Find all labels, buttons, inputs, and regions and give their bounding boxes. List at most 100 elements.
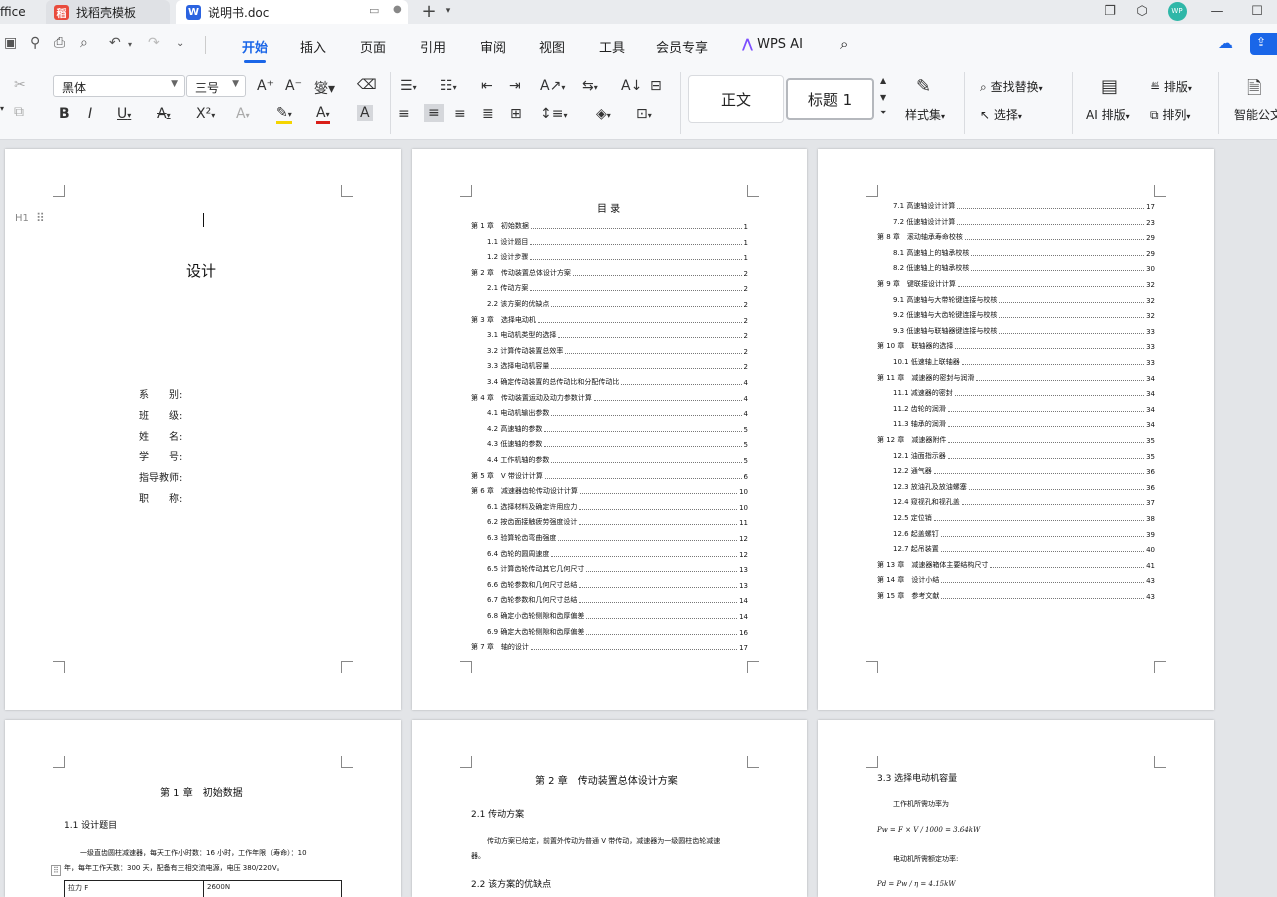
redo-icon[interactable]: ↷: [148, 35, 160, 51]
print-preview-icon[interactable]: ⌕: [80, 35, 88, 51]
find-replace-button[interactable]: ⌕ 查找替换▾: [980, 78, 1043, 95]
toc-entry[interactable]: 7.1 高速轴设计计算 17: [893, 197, 1155, 211]
undo-icon[interactable]: ↶: [109, 35, 121, 51]
justify-icon[interactable]: ≣: [482, 106, 494, 122]
maximize-button[interactable]: ☐: [1246, 0, 1268, 22]
restore-window-icon[interactable]: ❐: [1100, 0, 1120, 22]
toc-entry[interactable]: 2.2 该方案的优缺点 2: [487, 295, 748, 309]
style-set-button[interactable]: 样式集▾: [905, 106, 945, 123]
toc-entry[interactable]: 12.5 定位销 38: [893, 509, 1155, 523]
toc-entry[interactable]: 12.1 油面指示器 35: [893, 447, 1155, 461]
print-icon[interactable]: ⎙: [54, 35, 65, 51]
phonetic-guide-icon[interactable]: 燮▾: [314, 78, 335, 98]
style-scroll-down-icon[interactable]: ▼: [880, 93, 886, 102]
menu-insert[interactable]: 插入: [300, 37, 326, 56]
toc-entry[interactable]: 6.8 确定小齿轮侧隙和齿厚偏差 14: [487, 607, 748, 621]
toc-entry[interactable]: 4.3 低速轴的参数 5: [487, 435, 748, 449]
menu-member[interactable]: 会员专享: [656, 37, 708, 56]
char-shading-icon[interactable]: A: [357, 105, 373, 121]
toc-entry[interactable]: 8.2 低速轴上的轴承校核 30: [893, 259, 1155, 273]
toc-entry[interactable]: 6.7 齿轮参数和几何尺寸总结 14: [487, 591, 748, 605]
toc-entry[interactable]: 6.6 齿轮参数和几何尺寸总结 13: [487, 576, 748, 590]
shrink-font-icon[interactable]: A⁻: [285, 78, 302, 94]
menu-tools[interactable]: 工具: [599, 37, 625, 56]
style-set-icon[interactable]: ✎: [916, 76, 931, 97]
toc-entry[interactable]: 1.2 设计步骤 1: [487, 248, 748, 262]
toc-entry[interactable]: 4.1 电动机输出参数 4: [487, 404, 748, 418]
toc-entry[interactable]: 3.2 计算传动装置总效率 2: [487, 342, 748, 356]
toc-entry[interactable]: 3.3 选择电动机容量 2: [487, 357, 748, 371]
toc-entry[interactable]: 9.2 低速轴与大齿轮键连接与校核 32: [893, 306, 1155, 320]
toc-entry[interactable]: 第 12 章 减速器附件 35: [877, 431, 1155, 445]
toc-entry[interactable]: 9.1 高速轴与大带轮键连接与校核 32: [893, 291, 1155, 305]
font-name-select[interactable]: 黑体 ▼: [53, 75, 185, 97]
toc-entry[interactable]: 第 1 章 初始数据 1: [471, 217, 748, 231]
copy-icon[interactable]: ⧉: [14, 104, 24, 120]
font-color-icon[interactable]: A▾: [316, 105, 330, 124]
toc-entry[interactable]: 第 5 章 V 带设计计算 6: [471, 467, 748, 481]
underline-icon[interactable]: U▾: [117, 106, 131, 122]
avatar[interactable]: WP: [1166, 0, 1188, 22]
toc-entry[interactable]: 8.1 高速轴上的轴承校核 29: [893, 244, 1155, 258]
toc-entry[interactable]: 6.3 验算轮齿弯曲强度 12: [487, 529, 748, 543]
tab-document[interactable]: W 说明书.doc ▭ ●: [176, 0, 408, 24]
toc-entry[interactable]: 4.2 高速轴的参数 5: [487, 420, 748, 434]
toc-entry[interactable]: 11.1 减速器的密封 34: [893, 384, 1155, 398]
toc-entry[interactable]: 第 9 章 键联接设计计算 32: [877, 275, 1155, 289]
page-section-3-3[interactable]: 3.3 选择电动机容量 工作机所需功率为 Pw = F × V / 1000 =…: [818, 720, 1214, 897]
text-effect-icon[interactable]: A▾: [236, 106, 250, 122]
numbered-list-icon[interactable]: ☷▾: [440, 78, 457, 94]
sort-az-icon[interactable]: A↓: [621, 78, 642, 94]
distribute-icon[interactable]: ⊞: [510, 106, 522, 122]
align-right-icon[interactable]: ≡: [454, 106, 466, 122]
highlight-icon[interactable]: ✎▾: [276, 105, 292, 124]
toc-entry[interactable]: 第 10 章 联轴器的选择 33: [877, 337, 1155, 351]
page-toc-2[interactable]: 7.1 高速轴设计计算 17 7.2 低速轴设计计算 23 第 8 章 滚动轴承寿命校核…: [818, 149, 1214, 710]
toc-entry[interactable]: 12.3 放油孔及放油螺塞 36: [893, 478, 1155, 492]
toc-entry[interactable]: 3.1 电动机类型的选择 2: [487, 326, 748, 340]
smart-doc-button[interactable]: 智能公文: [1234, 106, 1277, 123]
menu-page[interactable]: 页面: [360, 37, 386, 56]
bold-icon[interactable]: B: [59, 106, 70, 122]
italic-icon[interactable]: I: [88, 106, 92, 122]
search-icon[interactable]: ⌕: [840, 35, 848, 53]
page-cover[interactable]: H1 ⠿ 设计 系 别: 班 级: 姓 名: 学 号: 指导教师: 职 称:: [5, 149, 401, 710]
tab-partial[interactable]: ffice: [0, 0, 40, 24]
toc-entry[interactable]: 6.9 确定大齿轮侧隙和齿厚偏差 16: [487, 623, 748, 637]
tab-template[interactable]: 稻 找稻壳模板: [46, 0, 170, 24]
clear-format-icon[interactable]: ⌫: [357, 77, 377, 93]
strikethrough-icon[interactable]: A▾: [157, 106, 171, 122]
toc-entry[interactable]: 第 14 章 设计小结 43: [877, 571, 1155, 585]
toc-entry[interactable]: 12.4 窥视孔和视孔盖 37: [893, 493, 1155, 507]
increase-indent-icon[interactable]: ⇥: [509, 78, 521, 94]
toc-entry[interactable]: 1.1 设计题目 1: [487, 233, 748, 247]
style-scroll-up-icon[interactable]: ▲: [880, 76, 886, 85]
grow-font-icon[interactable]: A⁺: [257, 78, 274, 94]
toc-entry[interactable]: 3.4 确定传动装置的总传动比和分配传动比 4: [487, 373, 748, 387]
decrease-indent-icon[interactable]: ⇤: [481, 78, 493, 94]
toc-entry[interactable]: 第 15 章 参考文献 43: [877, 587, 1155, 601]
quick-access-chevron-icon[interactable]: ⌄: [176, 38, 184, 49]
toc-entry[interactable]: 12.7 起吊装置 40: [893, 540, 1155, 554]
select-button[interactable]: ↖ 选择▾: [980, 106, 1022, 123]
toc-entry[interactable]: 9.3 低速轴与联轴器键连接与校核 33: [893, 322, 1155, 336]
ai-layout-button[interactable]: AI 排版▾: [1086, 106, 1130, 123]
toc-entry[interactable]: 6.4 齿轮的圆周速度 12: [487, 545, 748, 559]
toc-entry[interactable]: 第 13 章 减速器箱体主要结构尺寸 41: [877, 556, 1155, 570]
layout-button[interactable]: ≝ 排版▾: [1150, 78, 1192, 95]
share-link-icon[interactable]: ⚲: [30, 35, 40, 51]
style-expand-icon[interactable]: ⏷: [880, 108, 886, 118]
menu-references[interactable]: 引用: [420, 37, 446, 56]
text-direction-icon[interactable]: A͏↗▾: [540, 78, 565, 94]
menu-home[interactable]: 开始: [242, 37, 268, 63]
show-marks-icon[interactable]: ⊟: [650, 78, 662, 94]
menu-view[interactable]: 视图: [539, 37, 565, 56]
align-center-icon[interactable]: ≡: [424, 104, 444, 122]
toc-entry[interactable]: 12.6 起盖螺钉 39: [893, 525, 1155, 539]
toc-entry[interactable]: 6.2 按齿面接触疲劳强度设计 11: [487, 513, 748, 527]
toc-entry[interactable]: 7.2 低速轴设计计算 23: [893, 213, 1155, 227]
toc-entry[interactable]: 12.2 通气器 36: [893, 462, 1155, 476]
page-chapter-1[interactable]: 第 1 章 初始数据 1.1 设计题目 一级直齿圆柱减速器，每天工作小时数：16…: [5, 720, 401, 897]
toc-entry[interactable]: 10.1 低速轴上联轴器 33: [893, 353, 1155, 367]
font-size-select[interactable]: 三号 ▼: [186, 75, 246, 97]
